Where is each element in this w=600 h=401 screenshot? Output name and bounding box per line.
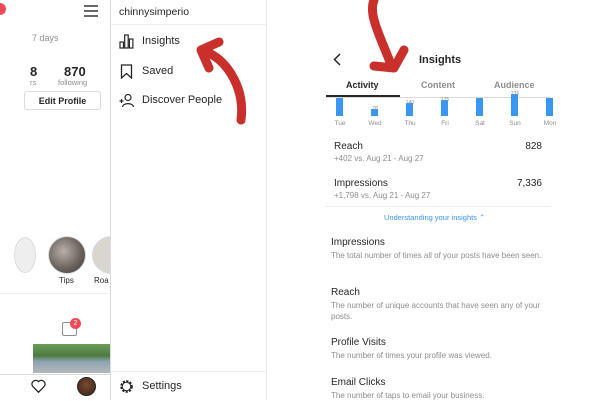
chart-value-label-sun: 235 — [510, 91, 520, 98]
menu-item-settings-label: Settings — [142, 380, 182, 392]
chart-value-label-thu: 140 — [405, 100, 415, 107]
def-email-clicks-desc: The number of taps to email your busines… — [331, 391, 485, 400]
understanding-insights-label: Understanding your insights — [384, 213, 477, 222]
def-reach-desc: The number of unique accounts that have … — [331, 301, 541, 321]
menu-item-insights-label: Insights — [142, 35, 180, 47]
chart-day-label-sun: Sun — [509, 120, 521, 127]
def-impressions-desc: The total number of times all of your po… — [331, 251, 542, 260]
def-profile-visits-title: Profile Visits — [331, 337, 386, 348]
followers-label: rs — [30, 78, 37, 87]
highlight-road[interactable] — [92, 236, 110, 274]
chart-bar-sun — [511, 94, 518, 116]
highlight-tips[interactable] — [48, 236, 86, 274]
reach-label: Reach — [334, 141, 363, 152]
chart-bar-tue — [336, 97, 343, 116]
chevron-up-icon: ⌃ — [479, 213, 486, 222]
impressions-value: 7,336 — [516, 178, 542, 189]
notification-count: 2 — [73, 320, 78, 327]
highlight-tips-label: Tips — [59, 276, 74, 285]
highlight-road-label: Roa — [94, 276, 109, 285]
chart-bar-sat — [476, 97, 483, 116]
red-arrow-annotation-right — [367, 0, 409, 73]
menu-header-divider — [111, 24, 266, 25]
def-email-clicks-title: Email Clicks — [331, 377, 386, 388]
reach-delta: +402 vs. Aug 21 - Aug 27 — [334, 154, 424, 163]
chart-value-label-fri: 175 — [440, 96, 450, 103]
chart-day-label-sat: Sat — [475, 120, 485, 127]
bookmark-icon — [120, 63, 133, 79]
insights-title: Insights — [419, 54, 462, 66]
menu-item-settings[interactable]: Settings — [119, 376, 182, 396]
edit-profile-label: Edit Profile — [38, 95, 87, 106]
red-arrow-annotation-left — [196, 37, 247, 125]
def-impressions-title: Impressions — [331, 237, 385, 248]
profile-column: 7 days 8 rs 870 following Edit Profile T… — [0, 0, 110, 400]
followers-count: 8 — [30, 64, 38, 79]
chart-day-label-thu: Thu — [404, 120, 416, 127]
def-reach-title: Reach — [331, 287, 360, 298]
menu-item-saved[interactable]: Saved — [119, 61, 173, 81]
chart-value-label-wed: 78 — [372, 105, 378, 112]
notification-dot — [0, 3, 6, 15]
divider — [0, 293, 110, 294]
menu-item-insights[interactable]: Insights — [119, 31, 180, 51]
chart-day-label-tue: Tue — [334, 120, 346, 127]
metrics-divider — [325, 206, 551, 207]
back-arrow-icon[interactable] — [333, 53, 342, 66]
def-profile-visits-desc: The number of times your profile was vie… — [331, 351, 492, 360]
chart-day-label-wed: Wed — [368, 120, 382, 127]
heart-icon[interactable] — [31, 379, 46, 393]
settings-divider — [111, 371, 266, 372]
edit-profile-button[interactable]: Edit Profile — [24, 91, 101, 110]
impressions-label: Impressions — [334, 178, 388, 189]
understanding-insights-link[interactable]: Understanding your insights ⌃ — [384, 213, 485, 222]
tab-audience[interactable]: Audience — [494, 80, 535, 90]
avatar[interactable] — [77, 377, 96, 396]
following-count: 870 — [64, 64, 86, 79]
highlight-circle[interactable] — [14, 237, 36, 273]
bar-chart-icon — [119, 33, 134, 49]
username: chinnysimperio — [119, 6, 190, 18]
menu-item-saved-label: Saved — [142, 65, 174, 77]
chart-bar-mon — [546, 97, 553, 116]
impressions-delta: +1,798 vs. Aug 21 - Aug 27 — [334, 191, 431, 200]
following-label: following — [58, 78, 88, 87]
chart-day-label-fri: Fri — [441, 120, 449, 127]
notification-badge: 2 — [70, 318, 81, 329]
gear-icon — [120, 379, 133, 393]
hamburger-menu-icon[interactable] — [84, 5, 98, 17]
days-label: 7 days — [32, 33, 59, 43]
add-person-icon — [119, 93, 134, 107]
post-thumbnail[interactable] — [33, 344, 110, 373]
activity-chart: Tue 78 Wed 140 Thu 175 Fri Sat 235 Sun Mon — [325, 91, 557, 130]
reach-value: 828 — [525, 141, 542, 152]
chart-day-label-mon: Mon — [543, 120, 557, 127]
tab-content[interactable]: Content — [421, 80, 455, 90]
